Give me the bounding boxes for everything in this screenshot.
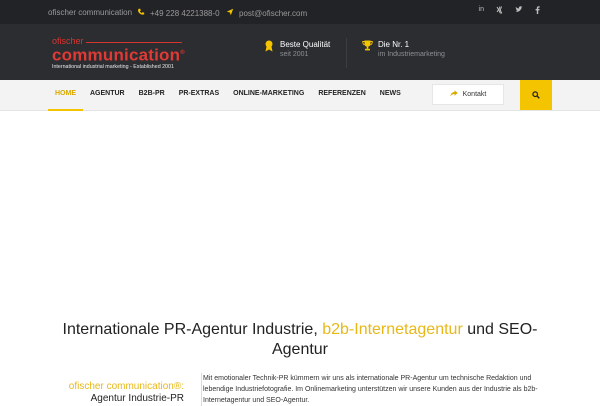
nav-item-online-marketing[interactable]: ONLINE-MARKETING [226,80,311,111]
hero-area [0,112,600,302]
share-arrow-icon [449,90,458,99]
nav-item-agentur[interactable]: AGENTUR [83,80,132,111]
company-logo[interactable]: ofischer communication® International in… [52,37,185,71]
main-navigation-bar: HOME AGENTUR B2B-PR PR-EXTRAS ONLINE-MAR… [0,80,600,111]
nav-item-pr-extras[interactable]: PR-EXTRAS [172,80,226,111]
search-button[interactable] [520,80,552,110]
main-nav: HOME AGENTUR B2B-PR PR-EXTRAS ONLINE-MAR… [48,80,408,111]
feature-title: Beste Qualität [280,40,331,49]
logo-tagline: International industrial marketing - Est… [52,63,174,70]
logo-rule [85,42,182,43]
intro-title-block: ofischer communication®: Agentur Industr… [60,381,184,405]
phone-number: +49 228 4221388-0 [150,8,220,18]
award-icon [264,40,274,60]
search-icon [532,86,540,104]
site-header: ofischer communication® International in… [0,24,600,80]
email-address: post@ofischer.com [239,8,308,18]
feature-divider [346,38,347,68]
nav-item-home[interactable]: HOME [48,80,83,111]
top-bar: ofischer communication +49 228 4221388-0… [0,0,600,24]
company-name: ofischer communication [48,8,133,17]
email-contact[interactable]: post@ofischer.com [226,8,307,18]
send-icon [226,8,234,18]
trophy-icon [362,40,373,60]
feature-title: Die Nr. 1 [378,40,410,49]
logo-line-1: ofischer [52,37,182,46]
feature-quality: Beste Qualität seit 2001 [264,40,330,60]
social-links: in [479,6,540,16]
phone-icon [137,8,145,18]
headline-highlight[interactable]: b2b-Internetagentur [322,321,463,338]
feature-number-one: Die Nr. 1 im Industriemarketing [362,40,445,60]
nav-item-referenzen[interactable]: REFERENZEN [311,80,372,111]
feature-subtitle: seit 2001 [280,51,309,58]
phone-contact[interactable]: +49 228 4221388-0 [137,8,220,18]
nav-item-b2b-pr[interactable]: B2B-PR [132,80,172,111]
intro-text: Mit emotionaler Technik-PR kümmern wir u… [201,373,551,406]
nav-item-news[interactable]: NEWS [373,80,408,111]
page-headline: Internationale PR-Agentur Industrie, b2b… [62,321,538,358]
logo-line-2: communication® [52,45,185,65]
facebook-icon[interactable] [535,6,540,16]
contact-button-label: Kontakt [462,91,487,98]
linkedin-icon[interactable]: in [479,6,484,16]
intro-title: ofischer communication®: [68,381,184,392]
intro-subtitle: Agentur Industrie-PR [90,393,184,404]
feature-subtitle: im Industriemarketing [378,51,445,58]
contact-button[interactable]: Kontakt [432,84,504,105]
xing-icon[interactable] [496,6,503,16]
twitter-icon[interactable] [515,6,523,16]
